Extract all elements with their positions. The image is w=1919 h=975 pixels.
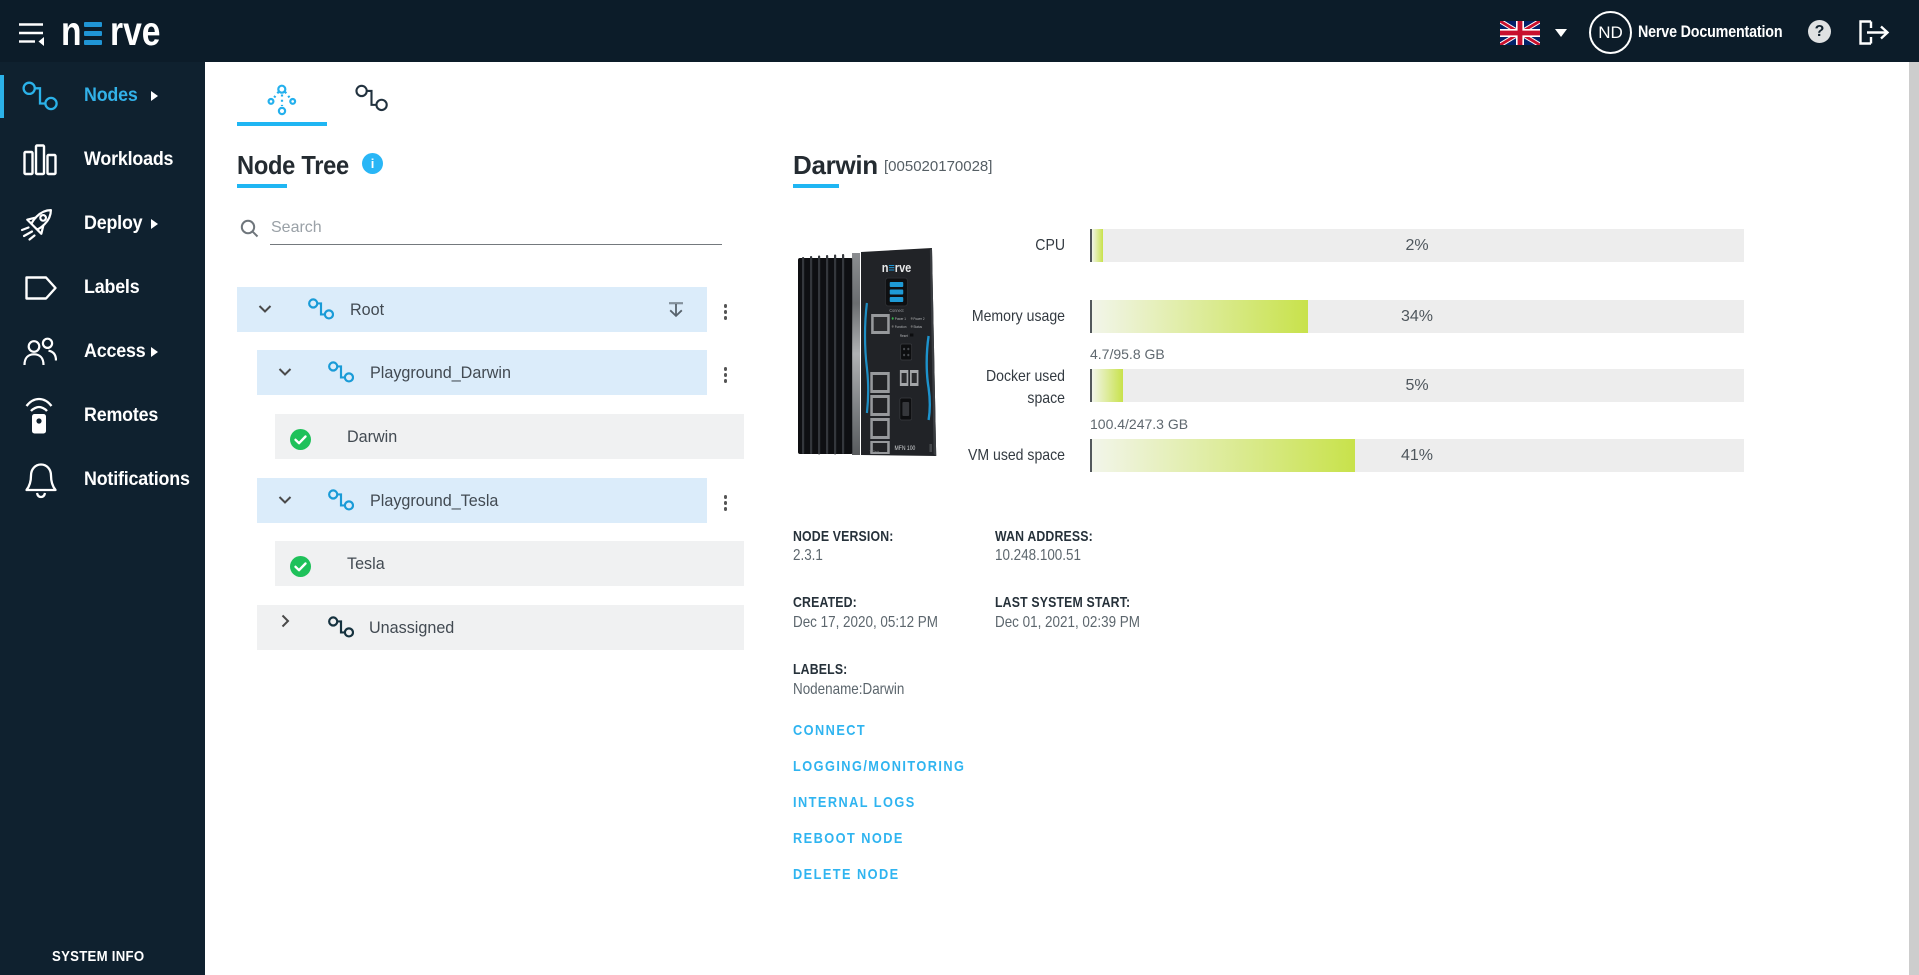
svg-text:Reset: Reset [900,334,908,338]
svg-text:n≡rve: n≡rve [882,260,912,275]
